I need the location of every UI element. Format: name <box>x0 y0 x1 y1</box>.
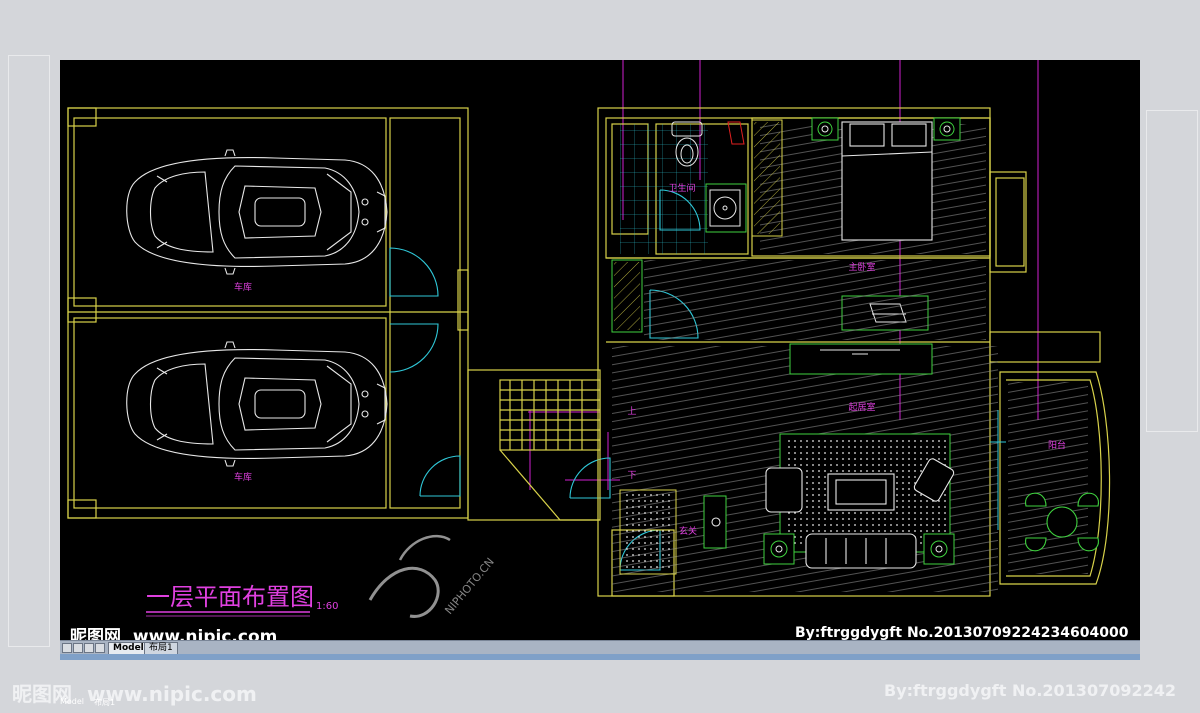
car-1 <box>126 149 388 275</box>
watermark-stamp-text: NIPHOTO.CN <box>442 555 497 617</box>
ghost-tab-model: Model <box>60 697 85 706</box>
label-master-bedroom: 主卧室 <box>848 261 875 273</box>
tab-prev-icon[interactable] <box>73 643 83 653</box>
label-garage-2: 车库 <box>234 471 252 483</box>
drawing-title: 一层平面布置图 <box>146 583 314 611</box>
ghost-watermark-credit: By:ftrggdygft No.201307092242 <box>884 681 1176 700</box>
layout-tab-bar: Model 布局1 <box>60 640 1140 655</box>
label-stair-up: 上 <box>627 406 636 417</box>
label-balcony: 阳台 <box>1048 439 1066 451</box>
label-living-room: 起居室 <box>848 401 875 413</box>
drawing-scale: 1:60 <box>316 601 338 612</box>
status-band <box>60 654 1140 660</box>
tab-next-icon[interactable] <box>84 643 94 653</box>
ghost-tab-bar: Model 布局1 <box>8 697 128 707</box>
label-entrance: 玄关 <box>679 525 697 537</box>
tab-last-icon[interactable] <box>95 643 105 653</box>
floor-plan-drawing: 车库 车库 卫生间 主卧室 起居室 阳台 玄关 上 下 一层平面布置图 1:60… <box>67 60 1111 618</box>
label-stair-down: 下 <box>627 471 636 481</box>
watermark-site-cn: 昵图网 <box>70 627 121 640</box>
car-2 <box>126 341 388 467</box>
label-bathroom: 卫生间 <box>668 182 695 194</box>
bed <box>841 121 933 241</box>
watermark-site: 昵图网 www.nipic.com <box>70 622 277 640</box>
ghost-tab-layout: 布局1 <box>94 698 116 707</box>
garage-walls <box>67 107 469 519</box>
watermark-stamp: NIPHOTO.CN <box>368 534 497 618</box>
cad-viewport[interactable]: 车库 车库 卫生间 主卧室 起居室 阳台 玄关 上 下 一层平面布置图 1:60… <box>60 60 1140 640</box>
background-frame-right <box>1146 110 1198 432</box>
watermark-credit: By:ftrggdygft No.20130709224234604000 <box>795 625 1129 640</box>
watermark-site-url: www.nipic.com <box>132 627 278 640</box>
background-frame-left <box>8 55 50 647</box>
tab-first-icon[interactable] <box>62 643 72 653</box>
label-garage-1: 车库 <box>234 281 252 293</box>
